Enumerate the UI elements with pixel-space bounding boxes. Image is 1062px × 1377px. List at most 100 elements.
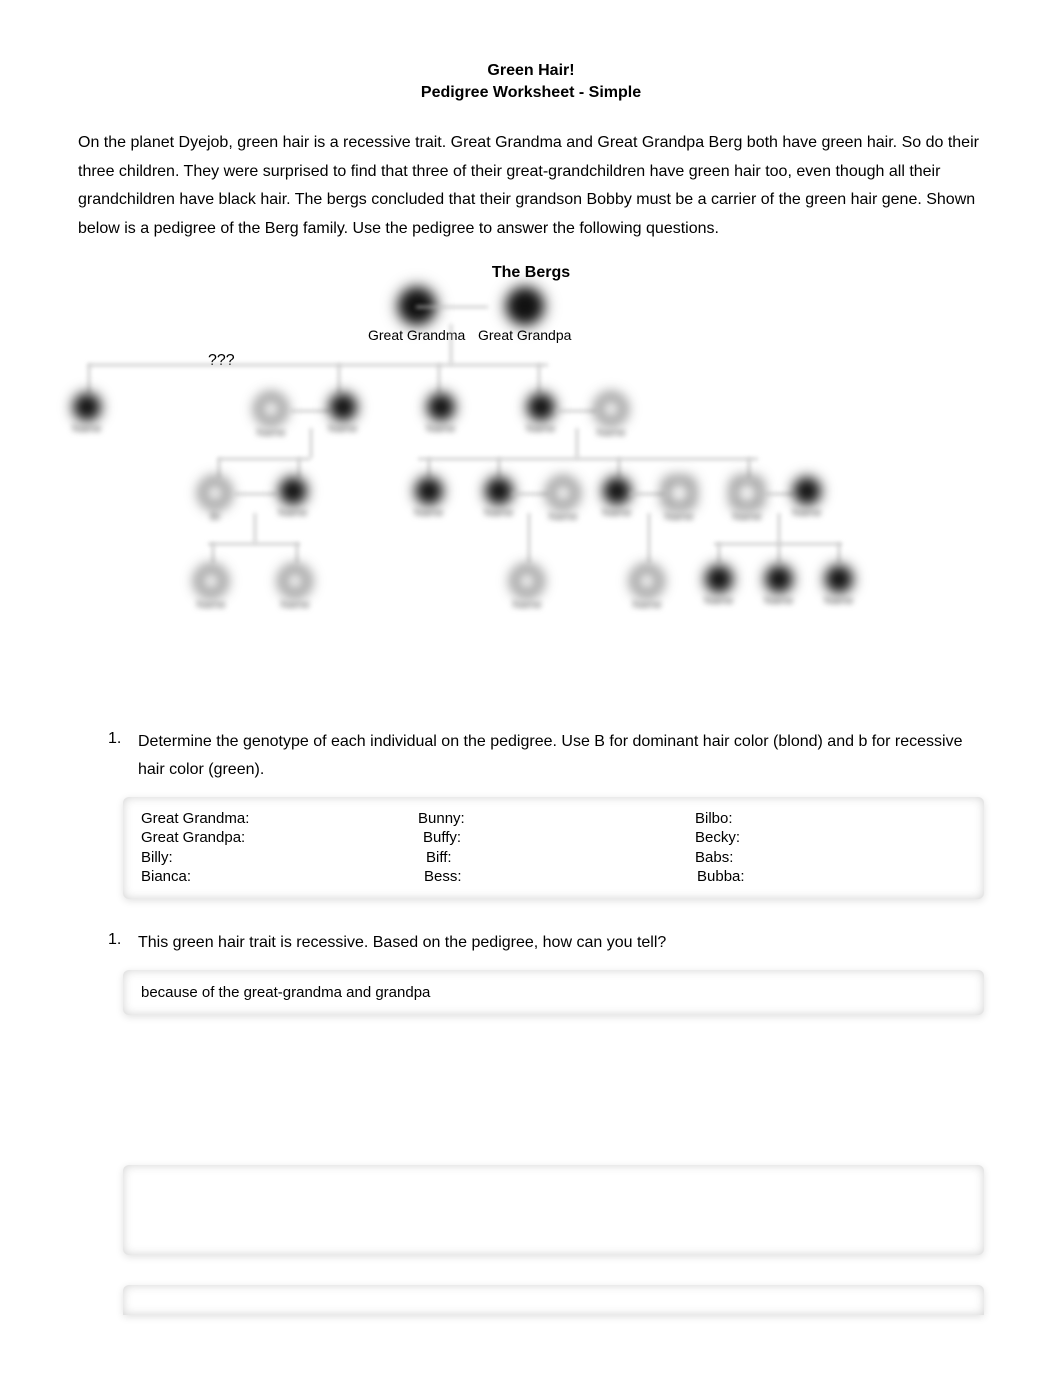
spacer: [78, 1045, 984, 1165]
connector-line: [556, 410, 596, 412]
pedigree-square-ring-icon: [664, 478, 694, 508]
pedigree-ring-icon: [280, 566, 310, 596]
pedigree-name: Name: [280, 598, 310, 613]
genotype-field: Bilbo:: [695, 809, 966, 829]
question-1: 1. Determine the genotype of each indivi…: [138, 728, 984, 898]
pedigree-ring-icon: [632, 566, 662, 596]
connector-line: [538, 364, 540, 394]
pedigree-node-icon: [706, 566, 732, 592]
questions-list: 1. Determine the genotype of each indivi…: [78, 728, 984, 1015]
connector-line: [748, 458, 750, 478]
connector-line: [512, 493, 548, 495]
title-line1: Green Hair!: [78, 60, 984, 82]
connector-line: [218, 458, 310, 460]
genotype-field: Buffy:: [418, 828, 689, 848]
answer-box-empty[interactable]: [123, 1165, 984, 1255]
connector-line: [838, 543, 840, 563]
pedigree-name: Name: [484, 506, 513, 521]
pedigree-name: Name: [328, 422, 357, 437]
connector-line: [450, 324, 452, 364]
pedigree-name: Name: [72, 422, 101, 437]
label-great-grandpa: Great Grandpa: [478, 326, 571, 346]
connector-line: [296, 543, 298, 563]
pedigree-ring-icon: [548, 478, 578, 508]
pedigree-title: The Bergs: [78, 262, 984, 284]
pedigree-node-icon: [766, 566, 792, 592]
connector-line: [338, 364, 340, 394]
genotype-field: Babs:: [695, 848, 966, 868]
question-2: 1. This green hair trait is recessive. B…: [138, 929, 984, 1015]
genotype-field: Becky:: [695, 828, 966, 848]
connector-line: [576, 428, 578, 458]
answer-box-genotypes[interactable]: Great Grandma: Great Grandpa: Billy: Bia…: [123, 797, 984, 899]
question-text: Determine the genotype of each individua…: [138, 728, 984, 782]
connector-line: [648, 513, 650, 563]
connector-line: [498, 458, 500, 478]
pedigree-name: Name: [632, 598, 662, 613]
connector-line: [528, 513, 530, 563]
connector-line: [438, 364, 440, 394]
pedigree-node-icon: [528, 394, 554, 420]
connector-line: [212, 543, 214, 563]
connector-line: [310, 428, 312, 458]
pedigree-node-icon: [280, 478, 306, 504]
pedigree-name: Name: [792, 506, 821, 521]
pedigree-node-icon: [604, 478, 630, 504]
genotype-field: Bunny:: [418, 809, 689, 829]
genotype-field: Billy:: [141, 848, 412, 868]
pedigree-node-icon: [74, 394, 100, 420]
pedigree-name: Name: [414, 506, 443, 521]
pedigree-name: Name: [704, 594, 733, 609]
pedigree-name: Name: [824, 594, 853, 609]
pedigree-name: Name: [548, 510, 578, 525]
genotype-field: Biff:: [418, 848, 689, 868]
genotype-field: Bess:: [418, 867, 689, 887]
pedigree-name: Name: [526, 422, 555, 437]
connector-line: [630, 493, 664, 495]
answer-box-q2[interactable]: because of the great-grandma and grandpa: [123, 970, 984, 1015]
pedigree-name: Name: [732, 510, 762, 525]
pedigree-ring-icon: [256, 394, 286, 424]
pedigree-name: Name: [278, 506, 307, 521]
genotype-field: Great Grandpa:: [141, 828, 412, 848]
pedigree-name: Name: [196, 598, 226, 613]
pedigree-node-icon: [486, 478, 512, 504]
pedigree-name: Name: [512, 598, 542, 613]
pedigree-ring-icon: [200, 478, 230, 508]
label-unknown: ???: [208, 350, 235, 372]
pedigree-name: Name: [596, 426, 626, 441]
connector-line: [254, 513, 256, 543]
pedigree-node-icon: [794, 478, 820, 504]
connector-line: [618, 458, 620, 478]
pedigree-name: Name: [602, 506, 631, 521]
pedigree-name: Name: [256, 426, 286, 441]
pedigree-name: Name: [764, 594, 793, 609]
pedigree-name: Name: [664, 510, 694, 525]
pedigree-node-icon: [428, 394, 454, 420]
answer-text: because of the great-grandma and grandpa: [141, 984, 430, 1001]
pedigree-square-icon: [507, 288, 543, 324]
pedigree-node-icon: [330, 394, 356, 420]
intro-paragraph: On the planet Dyejob, green hair is a re…: [78, 129, 984, 244]
pedigree-node-icon: [826, 566, 852, 592]
connector-line: [764, 493, 794, 495]
pedigree-node-icon: [416, 478, 442, 504]
question-number: 1.: [108, 929, 121, 951]
connector-line: [234, 493, 276, 495]
answer-box-partial[interactable]: [123, 1285, 984, 1315]
genotype-field: Bianca:: [141, 867, 412, 887]
pedigree-diagram: Great Grandma Great Grandpa ??? Name Nam…: [78, 288, 984, 688]
pedigree-ring-icon: [512, 566, 542, 596]
pedigree-ring-icon: [196, 566, 226, 596]
genotype-field: Great Grandma:: [141, 809, 412, 829]
connector-line: [298, 458, 300, 478]
question-number: 1.: [108, 728, 121, 750]
connector-line: [428, 458, 430, 478]
pedigree-ring-icon: [596, 394, 626, 424]
connector-line: [290, 410, 330, 412]
question-text: This green hair trait is recessive. Base…: [138, 929, 984, 956]
connector-line: [718, 543, 720, 563]
connector-line: [88, 364, 548, 366]
pedigree-name: Name: [426, 422, 455, 437]
pedigree-square-ring-icon: [732, 478, 762, 508]
